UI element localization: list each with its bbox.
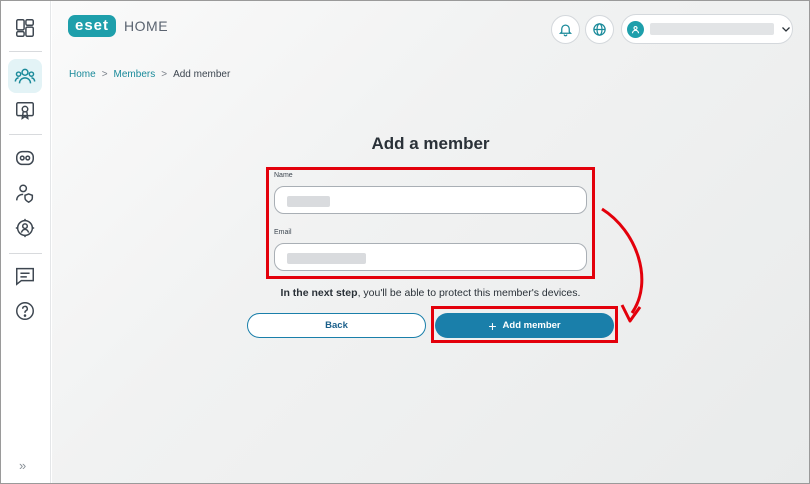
back-button[interactable]: Back bbox=[247, 313, 426, 338]
sidebar: » bbox=[1, 1, 51, 483]
license-icon[interactable] bbox=[8, 94, 42, 128]
name-label: Name bbox=[274, 172, 293, 179]
user-security-icon[interactable] bbox=[8, 176, 42, 210]
name-value-redacted bbox=[287, 196, 330, 207]
members-icon[interactable] bbox=[8, 59, 42, 93]
breadcrumb-separator: > bbox=[161, 69, 168, 80]
plus-icon: + bbox=[488, 317, 497, 334]
devices-icon[interactable] bbox=[8, 141, 42, 175]
breadcrumb-current: Add member bbox=[173, 69, 231, 80]
product-name: HOME bbox=[124, 18, 169, 34]
chat-icon[interactable] bbox=[8, 259, 42, 293]
next-step-text: , you'll be able to protect this member'… bbox=[357, 287, 581, 299]
notifications-icon[interactable] bbox=[551, 15, 580, 44]
email-label: Email bbox=[274, 229, 292, 236]
account-name-redacted bbox=[650, 23, 774, 35]
add-member-label: Add member bbox=[502, 320, 561, 331]
chevron-down-icon bbox=[782, 27, 790, 32]
add-member-button[interactable]: + Add member bbox=[435, 313, 614, 338]
anti-theft-icon[interactable] bbox=[8, 211, 42, 245]
eset-home-logo[interactable]: eset HOME bbox=[68, 15, 168, 37]
next-step-bold: In the next step bbox=[280, 287, 358, 299]
help-icon[interactable] bbox=[8, 294, 42, 328]
breadcrumb-home[interactable]: Home bbox=[69, 69, 96, 80]
eset-logo: eset bbox=[68, 15, 117, 37]
page-title: Add a member bbox=[371, 134, 490, 153]
main-content: eset HOME Home > Members > Add member Ad… bbox=[52, 1, 809, 483]
language-globe-icon[interactable] bbox=[585, 15, 614, 44]
red-arrow-annotation bbox=[601, 207, 644, 323]
breadcrumb: Home > Members > Add member bbox=[69, 69, 230, 80]
dashboard-icon[interactable] bbox=[8, 11, 42, 45]
avatar bbox=[627, 20, 644, 38]
email-value-redacted bbox=[287, 253, 366, 264]
name-input[interactable] bbox=[274, 186, 587, 214]
email-input[interactable] bbox=[274, 243, 587, 271]
next-step-hint: In the next step, you'll be able to prot… bbox=[52, 287, 809, 299]
breadcrumb-members[interactable]: Members bbox=[114, 69, 156, 80]
breadcrumb-separator: > bbox=[101, 69, 108, 80]
expand-sidebar-icon[interactable]: » bbox=[19, 458, 26, 473]
account-menu[interactable] bbox=[621, 14, 793, 44]
